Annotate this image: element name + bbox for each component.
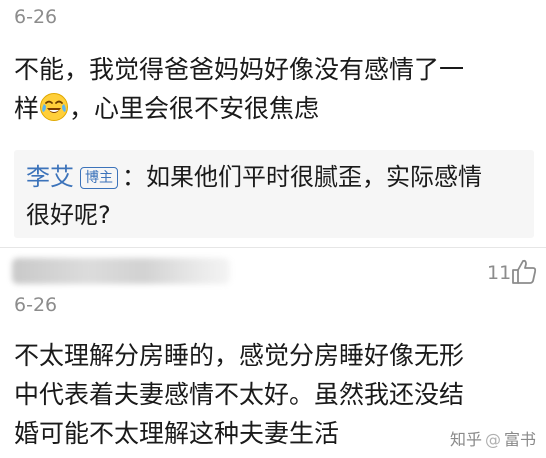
watermark-site: 知乎 (450, 430, 483, 449)
reply-line: 李艾 博主 ：如果他们平时很腻歪，实际感情 (26, 158, 526, 196)
comment-text: 不能，我觉得爸爸妈妈好像没有感情了一 样 ，心里会很不安很焦虑 (14, 50, 534, 128)
like-count: 11 (487, 262, 512, 284)
comment-text-segment: ，心里会很不安很焦虑 (69, 94, 320, 123)
comment-date: 6-26 (14, 6, 58, 28)
watermark: 知乎 @ 富书 (450, 426, 536, 450)
blogger-badge: 博主 (80, 167, 118, 189)
comment-line: 中代表着夫妻感情不太好。虽然我还没结 (14, 380, 465, 409)
watermark-separator: @ (485, 430, 502, 449)
comment-date: 6-26 (14, 294, 58, 316)
comment-divider (0, 247, 546, 248)
laughing-crying-emoji-icon (40, 93, 69, 121)
author-reply-box: 李艾 博主 ：如果他们平时很腻歪，实际感情 很好呢? (14, 150, 534, 238)
thumbs-up-icon[interactable] (510, 258, 538, 286)
comment-line: 不能，我觉得爸爸妈妈好像没有感情了一 (14, 55, 465, 84)
reply-author-link[interactable]: 李艾 (26, 163, 74, 191)
watermark-user: 富书 (504, 430, 537, 449)
comment-line: 不太理解分房睡的，感觉分房睡好像无形 (14, 341, 465, 370)
comment-text-segment: 样 (14, 94, 40, 123)
reply-text: ：如果他们平时很腻歪，实际感情 (122, 163, 482, 191)
blurred-username (12, 258, 230, 284)
reply-line: 很好呢? (26, 201, 111, 229)
comment-line: 样 ，心里会很不安很焦虑 (14, 89, 534, 128)
